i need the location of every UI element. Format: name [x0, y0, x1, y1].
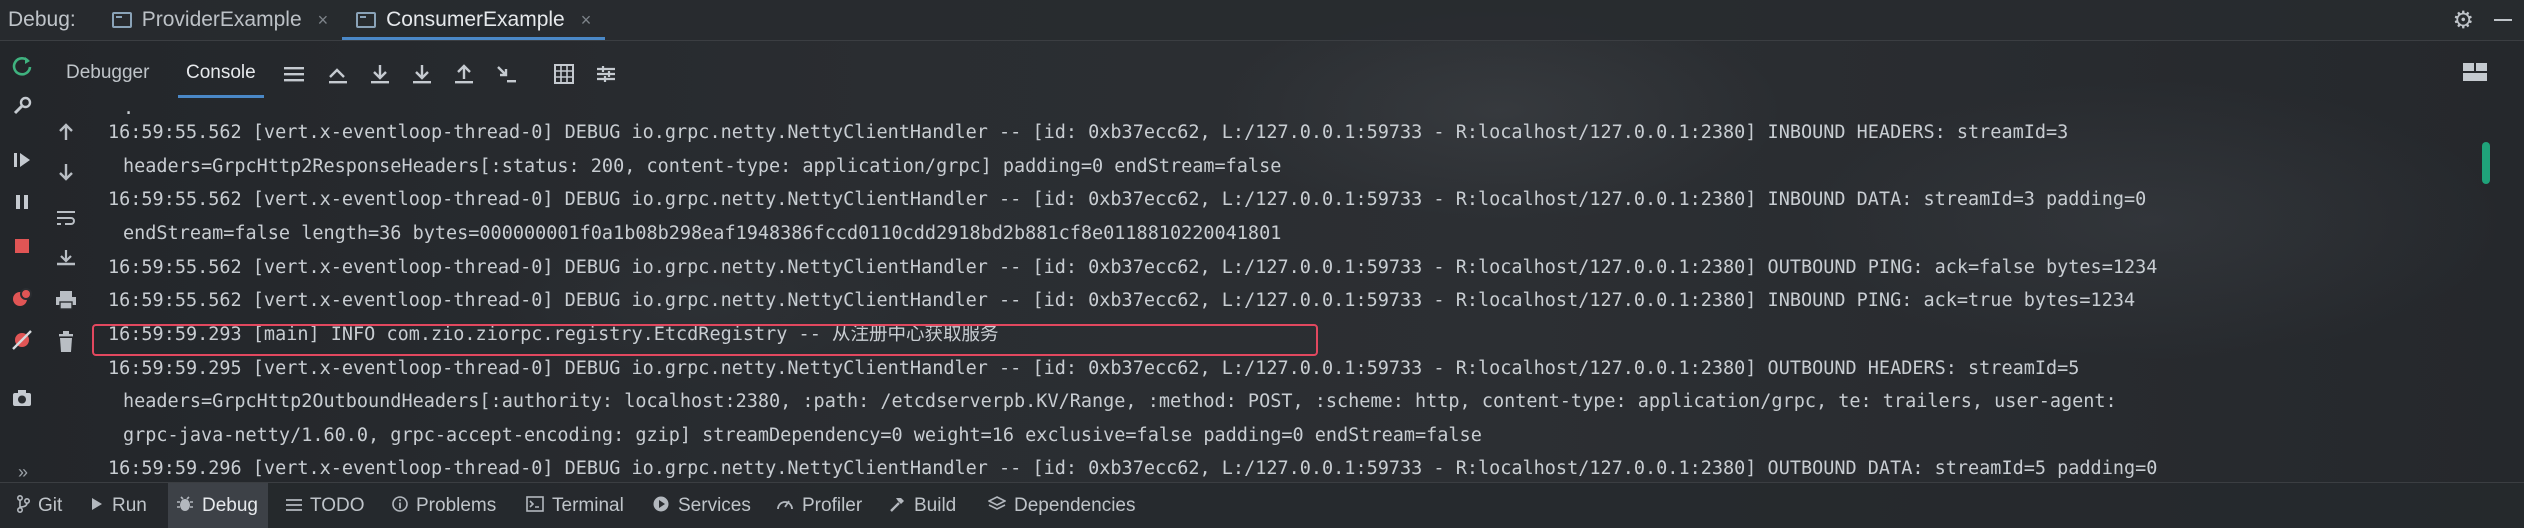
console-line: grpc-java-netty/1.60.0, grpc-accept-enco… [123, 425, 1482, 446]
tool-label: Run [112, 495, 147, 516]
tool-window-bar: Git Run Debug TODO Problems Terminal Ser… [0, 482, 2524, 528]
terminal-icon [526, 495, 544, 517]
tab-label: ProviderExample [141, 8, 302, 31]
console-output: . 16:59:55.562 [vert.x-eventloop-thread-… [96, 98, 2476, 479]
console-line: 16:59:59.296 [vert.x-eventloop-thread-0]… [108, 458, 2158, 479]
tool-label: TODO [310, 495, 365, 516]
debug-left-toolbar [0, 40, 44, 480]
titlebar-actions: ⚙ [2452, 0, 2512, 40]
rerun-icon[interactable] [10, 54, 34, 78]
console-line: headers=GrpcHttp2ResponseHeaders[:status… [123, 156, 1282, 177]
arrow-up-icon[interactable] [52, 118, 80, 146]
ide-debug-window: Debug: ProviderExample × ConsumerExample… [0, 0, 2524, 528]
play-icon [90, 496, 104, 517]
tool-label: Profiler [802, 495, 863, 516]
trace-settings-icon[interactable] [592, 60, 620, 88]
highlight-annotation-box [92, 324, 1318, 356]
tab-consumer-example[interactable]: ConsumerExample × [342, 0, 606, 40]
camera-icon[interactable] [10, 386, 34, 410]
console-line: headers=GrpcHttp2OutboundHeaders[:author… [123, 391, 2117, 412]
tool-terminal[interactable]: Terminal [526, 483, 624, 528]
minimize-icon[interactable] [2494, 19, 2512, 21]
arrow-down-icon[interactable] [52, 158, 80, 186]
tool-label: Problems [416, 495, 497, 516]
console-line: 16:59:55.562 [vert.x-eventloop-thread-0]… [108, 122, 2069, 143]
tool-problems[interactable]: Problems [392, 483, 496, 528]
wrench-icon[interactable] [10, 94, 34, 118]
menu-icon[interactable] [280, 60, 308, 88]
gear-icon[interactable]: ⚙ [2452, 6, 2474, 35]
bug-icon [176, 495, 194, 518]
view-breakpoints-icon[interactable] [10, 286, 34, 310]
layout-settings-icon[interactable] [2462, 62, 2490, 84]
run-to-cursor-icon[interactable] [492, 60, 520, 88]
tool-label: Dependencies [1014, 495, 1136, 516]
debug-label: Debug: [8, 8, 76, 31]
scrollbar-thumb[interactable] [2482, 142, 2490, 184]
resume-icon[interactable] [10, 148, 34, 172]
tool-label: Terminal [552, 495, 624, 516]
show-execution-point-icon[interactable] [324, 60, 352, 88]
evaluate-expression-icon[interactable] [550, 60, 578, 88]
tool-todo[interactable]: TODO [286, 483, 365, 528]
console-toolbar [44, 106, 88, 480]
close-icon[interactable]: × [318, 10, 329, 31]
layers-icon [987, 495, 1007, 518]
console-line: endStream=false length=36 bytes=00000000… [123, 223, 1282, 244]
debug-titlebar: Debug: ProviderExample × ConsumerExample… [0, 0, 2524, 41]
tool-dependencies[interactable]: Dependencies [987, 483, 1136, 528]
git-branch-icon [16, 494, 31, 518]
tool-label: Debug [202, 495, 258, 516]
trash-icon[interactable] [52, 328, 80, 356]
tool-services[interactable]: Services [652, 483, 751, 528]
tool-git[interactable]: Git [16, 483, 62, 528]
list-icon [286, 496, 302, 517]
services-icon [652, 495, 670, 518]
tool-debug[interactable]: Debug [168, 483, 268, 528]
print-icon[interactable] [52, 286, 80, 314]
tool-profiler[interactable]: Profiler [776, 483, 862, 528]
hammer-icon [888, 495, 906, 518]
tab-label: ConsumerExample [386, 8, 565, 31]
console-line: 16:59:55.562 [vert.x-eventloop-thread-0]… [108, 257, 2158, 278]
run-config-icon [111, 12, 132, 28]
profiler-icon [776, 495, 794, 518]
tool-label: Git [38, 495, 63, 516]
tool-run[interactable]: Run [90, 483, 147, 528]
console-line: 16:59:59.295 [vert.x-eventloop-thread-0]… [108, 358, 2080, 379]
info-icon [392, 495, 408, 517]
tab-console[interactable]: Console [178, 62, 264, 98]
soft-wrap-icon[interactable] [52, 204, 80, 232]
tool-label: Services [678, 495, 751, 516]
console-line: 16:59:55.562 [vert.x-eventloop-thread-0]… [108, 189, 2147, 210]
pause-icon[interactable] [10, 190, 34, 214]
tab-debugger[interactable]: Debugger [66, 62, 149, 84]
stop-icon[interactable] [10, 234, 34, 258]
tab-provider-example[interactable]: ProviderExample × [98, 0, 342, 40]
scroll-to-end-icon[interactable] [52, 244, 80, 272]
close-icon[interactable]: × [581, 10, 592, 31]
expand-icon[interactable]: » [18, 462, 28, 483]
run-config-icon [356, 12, 377, 28]
tool-build[interactable]: Build [888, 483, 956, 528]
step-out-icon[interactable] [450, 60, 478, 88]
mute-breakpoints-icon[interactable] [10, 328, 34, 352]
step-into-icon[interactable] [408, 60, 436, 88]
debug-toolbar: Debugger Console [44, 40, 2524, 106]
console-line: 16:59:55.562 [vert.x-eventloop-thread-0]… [108, 290, 2136, 311]
step-over-icon[interactable] [366, 60, 394, 88]
tool-label: Build [914, 495, 957, 516]
